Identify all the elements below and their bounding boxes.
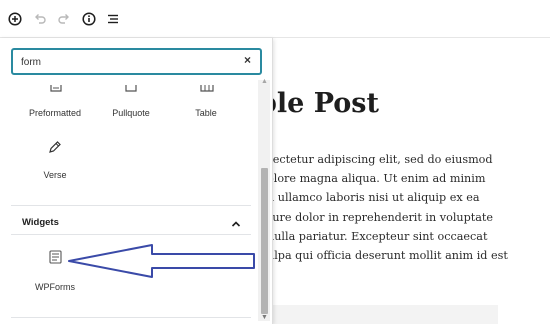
block-table[interactable]: Table	[163, 80, 249, 118]
block-pullquote[interactable]: Pullquote	[88, 80, 174, 118]
section-divider	[11, 234, 251, 235]
post-paragraph[interactable]: sectetur adipiscing elit, sed do eiusmod…	[267, 150, 547, 265]
preformatted-icon	[50, 80, 62, 98]
paragraph-line: n ullamco laboris nisi ut aliquip ex ea	[267, 191, 480, 205]
block-label: Preformatted	[28, 108, 82, 118]
paragraph-line: olore magna aliqua. Ut enim ad minim	[267, 172, 486, 186]
editor-block-placeholder[interactable]	[258, 305, 498, 324]
paragraph-line: rure dolor in reprehenderit in voluptate	[267, 210, 494, 224]
pullquote-icon	[125, 80, 137, 98]
paragraph-line: ulpa qui officia deserunt mollit anim id…	[267, 249, 508, 263]
scroll-up-arrow-icon[interactable]: ▲	[261, 78, 268, 85]
undo-icon[interactable]	[31, 10, 49, 28]
block-verse[interactable]: Verse	[12, 140, 98, 184]
block-search-input[interactable]	[21, 54, 221, 70]
wpforms-icon	[49, 250, 62, 269]
block-label: Verse	[43, 170, 67, 180]
close-icon[interactable]: ×	[244, 53, 251, 67]
table-icon	[200, 80, 214, 98]
widgets-section-title: Widgets	[22, 217, 59, 228]
chevron-up-icon[interactable]	[231, 216, 241, 227]
inserter-scrollbar[interactable]: ▲ ▼	[258, 78, 270, 321]
redo-icon[interactable]	[55, 10, 73, 28]
block-wpforms[interactable]: WPForms	[12, 250, 98, 294]
list-view-icon[interactable]	[104, 10, 122, 28]
block-preformatted[interactable]: Preformatted	[12, 80, 98, 118]
paragraph-line: sectetur adipiscing elit, sed do eiusmod	[267, 153, 493, 166]
pencil-icon	[48, 140, 62, 159]
block-label: Pullquote	[112, 108, 150, 118]
plus-circle-icon[interactable]	[6, 10, 24, 28]
block-inserter-panel: × Preformatted Pullquote Table Verse Wid…	[0, 38, 273, 324]
block-search-box: ×	[11, 48, 262, 75]
paragraph-line: nulla pariatur. Excepteur sint occaecat	[267, 229, 488, 243]
scrollbar-thumb[interactable]	[261, 168, 268, 314]
editor-toolbar	[0, 0, 550, 38]
block-label: Table	[195, 108, 217, 118]
section-divider	[11, 317, 251, 318]
scroll-down-arrow-icon[interactable]: ▼	[261, 314, 268, 321]
info-icon[interactable]	[80, 10, 98, 28]
section-divider	[11, 205, 251, 206]
post-title[interactable]: ple Post	[258, 88, 379, 119]
block-label: WPForms	[35, 282, 75, 292]
